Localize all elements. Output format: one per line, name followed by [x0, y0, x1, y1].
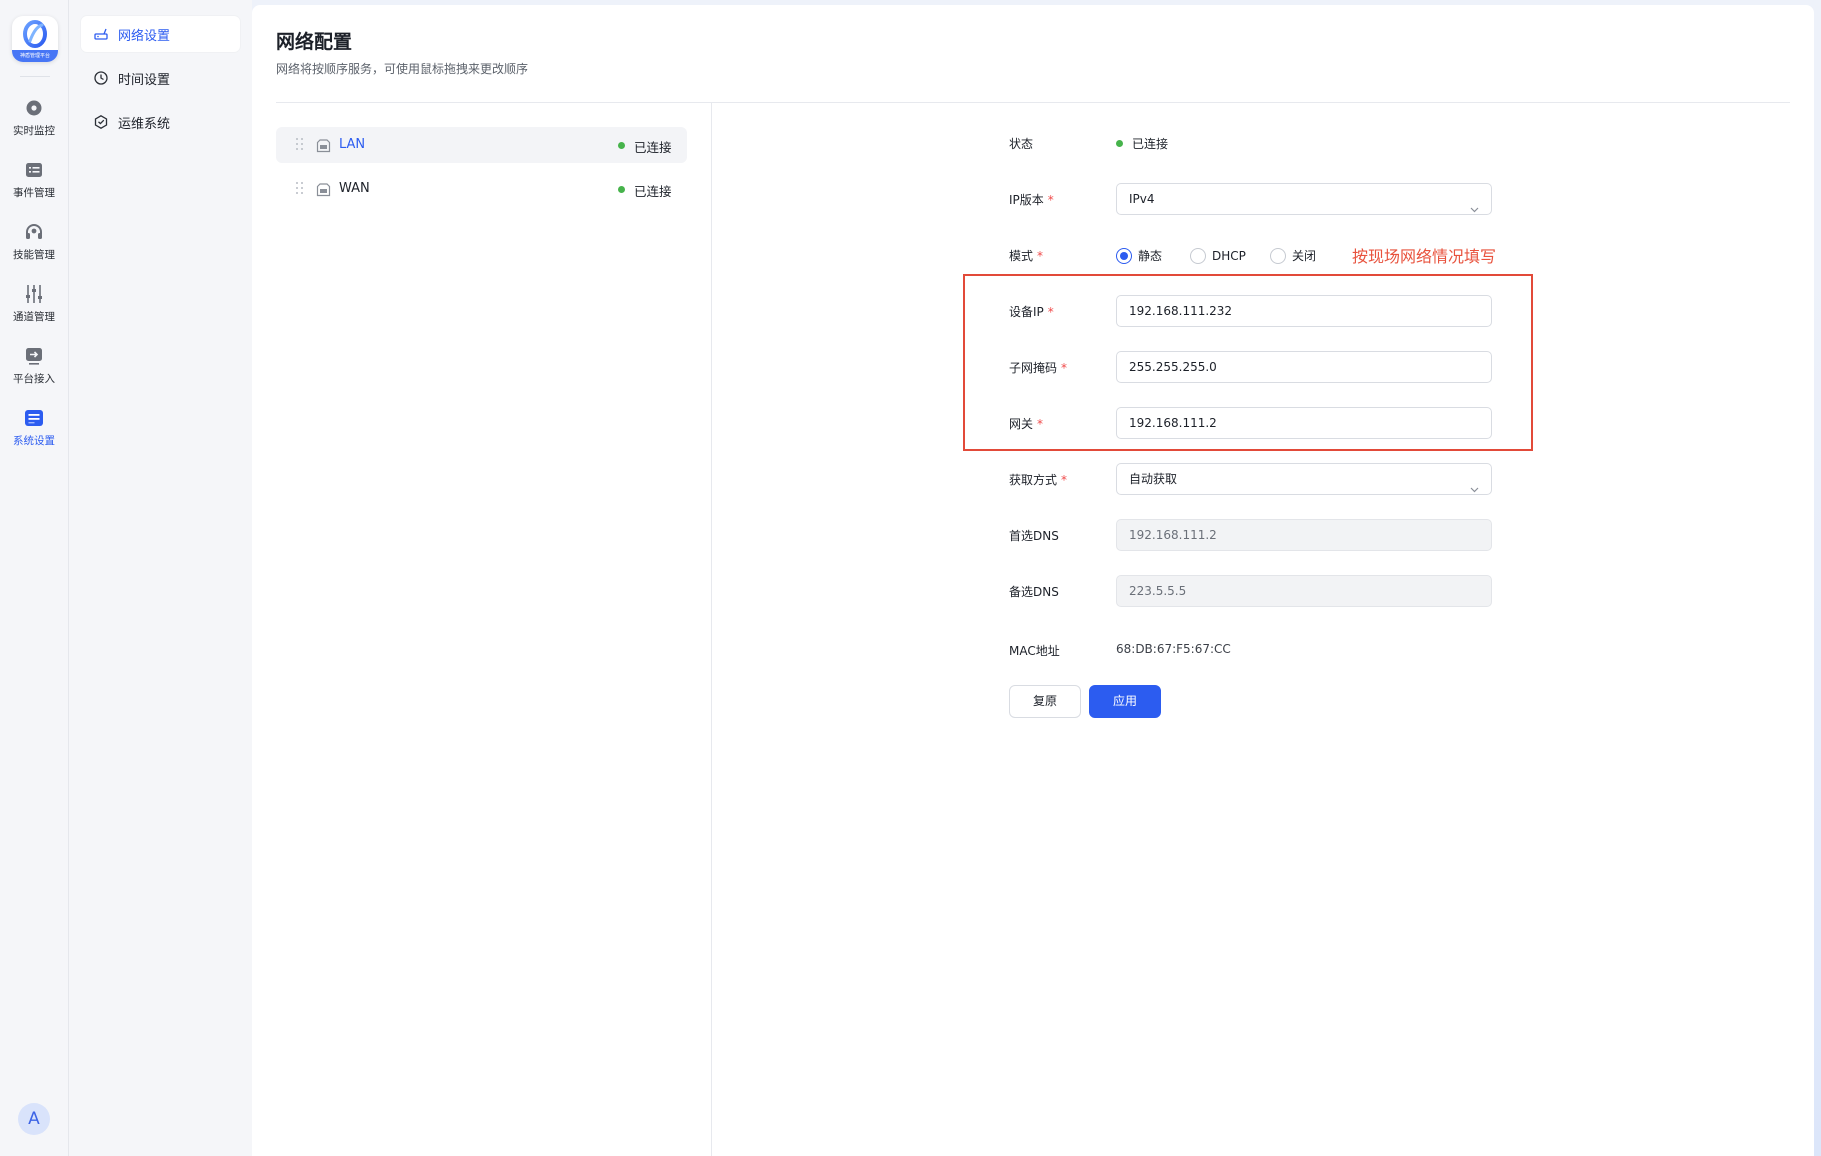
secondary-dns-label: 备选DNS	[1009, 585, 1059, 599]
mode-radio-dhcp[interactable]: DHCP	[1190, 247, 1246, 265]
main-panel: 网络配置 网络将按顺序服务，可使用鼠标拖拽来更改顺序 LAN 已连接 WAN 已…	[252, 5, 1814, 1156]
gateway-input[interactable]	[1116, 407, 1492, 439]
network-name: LAN	[339, 137, 366, 152]
apply-button[interactable]: 应用	[1089, 685, 1161, 718]
annotation-text: 按现场网络情况填写	[1352, 247, 1497, 266]
subnet-mask-label: 子网掩码 *	[1009, 361, 1068, 375]
device-ip-input[interactable]	[1116, 295, 1492, 327]
network-port-icon	[316, 182, 331, 197]
rail-item-label: 平台接入	[13, 373, 55, 385]
submenu-item-label: 网络设置	[118, 28, 171, 44]
rail-item-system-settings[interactable]: 系统设置	[0, 407, 68, 457]
app-logo[interactable]: 神盾管理平台	[12, 16, 58, 62]
network-status: 已连接	[634, 140, 672, 155]
submenu-item-label: 时间设置	[118, 72, 171, 88]
device-ip-label: 设备IP *	[1009, 305, 1054, 319]
user-avatar[interactable]: A	[18, 1103, 50, 1135]
page-subtitle: 网络将按顺序服务，可使用鼠标拖拽来更改顺序	[276, 62, 529, 76]
radio-label: DHCP	[1212, 249, 1246, 263]
primary-dns-label: 首选DNS	[1009, 529, 1059, 543]
platform-access-icon	[23, 345, 45, 367]
mode-radio-static[interactable]: 静态	[1116, 247, 1162, 265]
page-title: 网络配置	[276, 31, 353, 53]
event-list-icon	[23, 159, 45, 181]
rail-item-skills[interactable]: 技能管理	[0, 221, 68, 271]
mode-label: 模式 *	[1009, 249, 1044, 263]
connected-dot	[1116, 140, 1123, 147]
radio-label: 关闭	[1292, 249, 1317, 263]
network-item-lan[interactable]: LAN 已连接	[276, 127, 687, 163]
submenu-item-label: 运维系统	[118, 116, 171, 132]
rail-item-label: 技能管理	[13, 249, 55, 261]
network-status: 已连接	[634, 184, 672, 199]
skill-headset-icon	[23, 221, 45, 243]
submenu-item-time[interactable]: 时间设置	[81, 60, 240, 96]
clock-icon	[93, 70, 109, 86]
rail-item-label: 事件管理	[13, 187, 55, 199]
network-name: WAN	[339, 181, 370, 196]
rail-item-label: 实时监控	[13, 125, 55, 137]
secondary-dns-input	[1116, 575, 1492, 607]
rail-item-label: 通道管理	[13, 311, 55, 323]
acquire-mode-value: 自动获取	[1129, 472, 1178, 486]
status-text: 已连接	[1132, 137, 1169, 151]
chevron-down-icon	[1470, 475, 1479, 493]
rail-item-platform[interactable]: 平台接入	[0, 345, 68, 395]
radio-label: 静态	[1138, 249, 1163, 263]
ip-version-select[interactable]: IPv4	[1116, 183, 1492, 215]
monitor-eye-icon	[23, 97, 45, 119]
nav-rail: 神盾管理平台 实时监控 事件管理 技能管理 通道管理 平台接入 系统设置 A	[0, 0, 69, 1156]
rail-item-channels[interactable]: 通道管理	[0, 283, 68, 333]
radio-circle	[1190, 248, 1206, 264]
status-value: 已连接	[1116, 135, 1168, 152]
network-item-wan[interactable]: WAN 已连接	[276, 171, 687, 207]
submenu-item-ops[interactable]: 运维系统	[81, 104, 240, 140]
primary-dns-input	[1116, 519, 1492, 551]
system-settings-icon	[23, 407, 45, 429]
logo-text: 神盾管理平台	[12, 50, 58, 62]
acquire-mode-select[interactable]: 自动获取	[1116, 463, 1492, 495]
acquire-mode-label: 获取方式 *	[1009, 473, 1068, 487]
ip-version-label: IP版本 *	[1009, 193, 1054, 207]
header-divider	[276, 102, 1790, 103]
rail-item-monitor[interactable]: 实时监控	[0, 97, 68, 147]
connected-dot	[618, 186, 625, 193]
rail-item-label: 系统设置	[13, 435, 55, 447]
radio-circle	[1270, 248, 1286, 264]
rail-item-events[interactable]: 事件管理	[0, 159, 68, 209]
radio-circle	[1116, 248, 1132, 264]
mode-radio-off[interactable]: 关闭	[1270, 247, 1316, 265]
status-label: 状态	[1009, 137, 1034, 151]
ip-version-value: IPv4	[1129, 192, 1155, 206]
router-icon	[93, 26, 109, 42]
mac-label: MAC地址	[1009, 644, 1060, 658]
cube-icon	[93, 114, 109, 130]
connected-dot	[618, 142, 625, 149]
submenu-item-network[interactable]: 网络设置	[81, 16, 240, 52]
rail-divider	[20, 76, 50, 77]
mac-value: 68:DB:67:F5:67:CC	[1116, 642, 1231, 656]
channel-sliders-icon	[23, 283, 45, 305]
column-divider	[711, 103, 712, 1156]
network-port-icon	[316, 138, 331, 153]
gateway-label: 网关 *	[1009, 417, 1044, 431]
logo-icon	[23, 20, 47, 48]
settings-submenu: 网络设置 时间设置 运维系统	[69, 0, 252, 1156]
chevron-down-icon	[1470, 195, 1479, 213]
subnet-mask-input[interactable]	[1116, 351, 1492, 383]
drag-handle-icon[interactable]	[296, 138, 304, 152]
reset-button[interactable]: 复原	[1009, 685, 1081, 718]
drag-handle-icon[interactable]	[296, 182, 304, 196]
